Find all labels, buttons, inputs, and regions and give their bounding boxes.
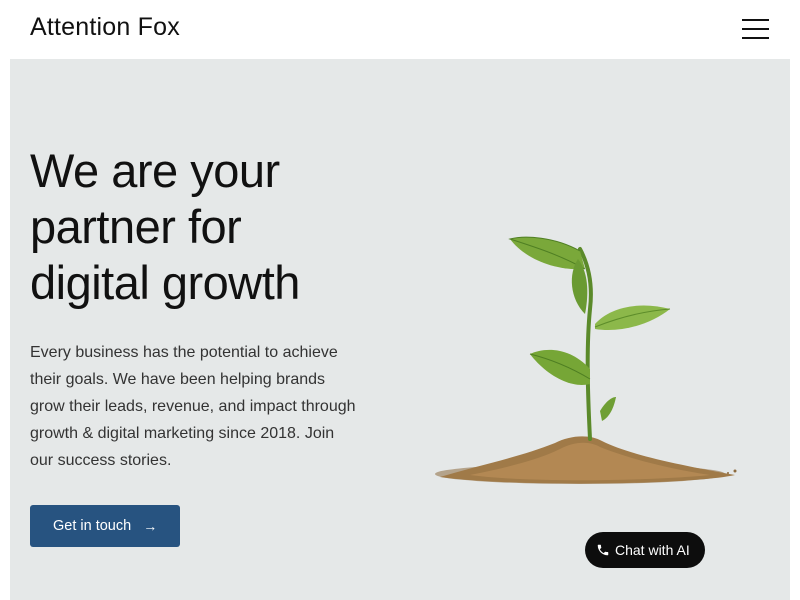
- hero-section: We are your partner for digital growth E…: [10, 59, 790, 600]
- hero-title-line: digital growth: [30, 256, 300, 309]
- get-in-touch-button[interactable]: Get in touch →: [30, 505, 180, 547]
- logo[interactable]: Attention Fox: [30, 13, 180, 42]
- chat-with-ai-button[interactable]: Chat with AI: [585, 532, 705, 568]
- arrow-right-icon: →: [143, 518, 158, 534]
- phone-icon: [597, 544, 609, 556]
- hamburger-menu-icon[interactable]: [738, 15, 772, 43]
- chat-label: Chat with AI: [615, 542, 690, 558]
- hero-title: We are your partner for digital growth: [30, 143, 390, 311]
- site-header: Attention Fox: [0, 0, 800, 59]
- hero-title-line: partner for: [30, 200, 242, 253]
- plant-sprout-image: [435, 236, 737, 484]
- cta-label: Get in touch: [53, 518, 132, 534]
- hero-title-line: We are your: [30, 144, 280, 197]
- hero-description: Every business has the potential to achi…: [30, 344, 356, 469]
